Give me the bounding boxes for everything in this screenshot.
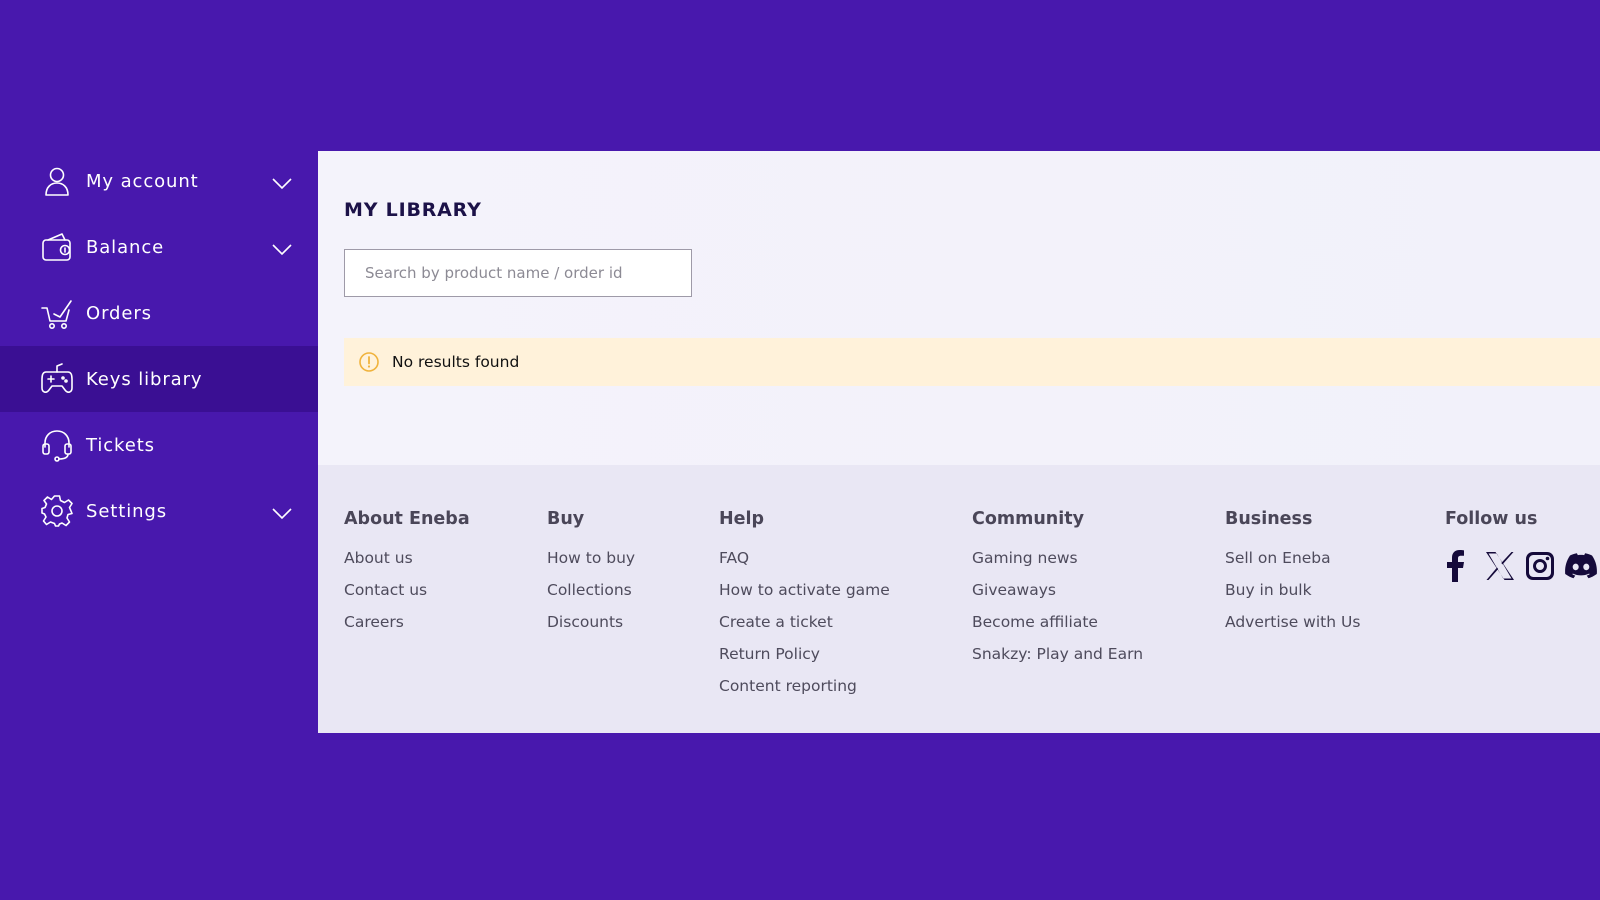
footer-heading: Buy: [547, 509, 585, 529]
footer-column-help: Help FAQ How to activate game Create a t…: [719, 509, 890, 708]
footer-column-about: About Eneba About us Contact us Careers: [344, 509, 470, 644]
sidebar-item-label: Keys library: [86, 368, 203, 390]
footer-link[interactable]: Discounts: [547, 612, 635, 644]
footer-heading: Follow us: [1445, 509, 1538, 529]
footer-link[interactable]: Snakzy: Play and Earn: [972, 644, 1143, 676]
footer-link[interactable]: How to buy: [547, 548, 635, 580]
no-results-alert: No results found: [344, 338, 1600, 386]
chevron-down-icon[interactable]: [272, 241, 292, 256]
sidebar-item-label: Tickets: [86, 434, 155, 456]
user-icon: [40, 164, 74, 198]
sidebar-item-keys-library[interactable]: Keys library: [0, 346, 318, 412]
main-panel: MY LIBRARY No results found: [318, 151, 1600, 465]
footer-link[interactable]: Collections: [547, 580, 635, 612]
sidebar-item-label: Balance: [86, 236, 165, 258]
footer-column-follow: Follow us: [1445, 509, 1600, 584]
info-circle-icon: [358, 351, 380, 373]
footer-link[interactable]: Content reporting: [719, 676, 890, 708]
x-icon[interactable]: [1485, 548, 1525, 584]
footer-column-buy: Buy How to buy Collections Discounts: [547, 509, 635, 644]
footer-heading: Help: [719, 509, 765, 529]
footer-link[interactable]: Advertise with Us: [1225, 612, 1360, 644]
page-title: MY LIBRARY: [344, 199, 482, 221]
footer-link[interactable]: Return Policy: [719, 644, 890, 676]
footer-link[interactable]: Create a ticket: [719, 612, 890, 644]
sidebar-item-balance[interactable]: Balance: [0, 214, 318, 280]
alert-message: No results found: [392, 353, 520, 371]
footer-link[interactable]: FAQ: [719, 548, 890, 580]
search-input[interactable]: [344, 249, 692, 297]
sidebar-item-orders[interactable]: Orders: [0, 280, 318, 346]
footer-link[interactable]: Gaming news: [972, 548, 1143, 580]
social-links: [1445, 548, 1600, 584]
footer-column-business: Business Sell on Eneba Buy in bulk Adver…: [1225, 509, 1360, 644]
footer-link[interactable]: About us: [344, 548, 470, 580]
facebook-icon[interactable]: [1445, 548, 1485, 584]
instagram-icon[interactable]: [1525, 548, 1565, 584]
footer-link[interactable]: How to activate game: [719, 580, 890, 612]
footer-link[interactable]: Giveaways: [972, 580, 1143, 612]
footer-link[interactable]: Contact us: [344, 580, 470, 612]
footer-link[interactable]: Careers: [344, 612, 470, 644]
discord-icon[interactable]: [1565, 548, 1600, 584]
sidebar-item-label: My account: [86, 170, 199, 192]
sidebar-item-tickets[interactable]: Tickets: [0, 412, 318, 478]
sidebar-item-my-account[interactable]: My account: [0, 148, 318, 214]
footer-link[interactable]: Buy in bulk: [1225, 580, 1360, 612]
footer-heading: Business: [1225, 509, 1313, 529]
footer: About Eneba About us Contact us Careers …: [318, 465, 1600, 733]
gamepad-icon: [40, 362, 74, 396]
footer-link[interactable]: Become affiliate: [972, 612, 1143, 644]
chevron-down-icon[interactable]: [272, 505, 292, 520]
sidebar: My account Balance Orders Keys library T…: [0, 148, 318, 544]
sidebar-item-settings[interactable]: Settings: [0, 478, 318, 544]
cart-icon: [40, 296, 74, 330]
sidebar-item-label: Orders: [86, 302, 152, 324]
headset-icon: [40, 428, 74, 462]
wallet-icon: [40, 230, 74, 264]
footer-link[interactable]: Sell on Eneba: [1225, 548, 1360, 580]
footer-column-community: Community Gaming news Giveaways Become a…: [972, 509, 1143, 676]
footer-heading: Community: [972, 509, 1085, 529]
footer-heading: About Eneba: [344, 509, 470, 529]
sidebar-item-label: Settings: [86, 500, 168, 522]
page: My account Balance Orders Keys library T…: [0, 0, 1600, 900]
chevron-down-icon[interactable]: [272, 175, 292, 190]
gear-icon: [40, 494, 74, 528]
